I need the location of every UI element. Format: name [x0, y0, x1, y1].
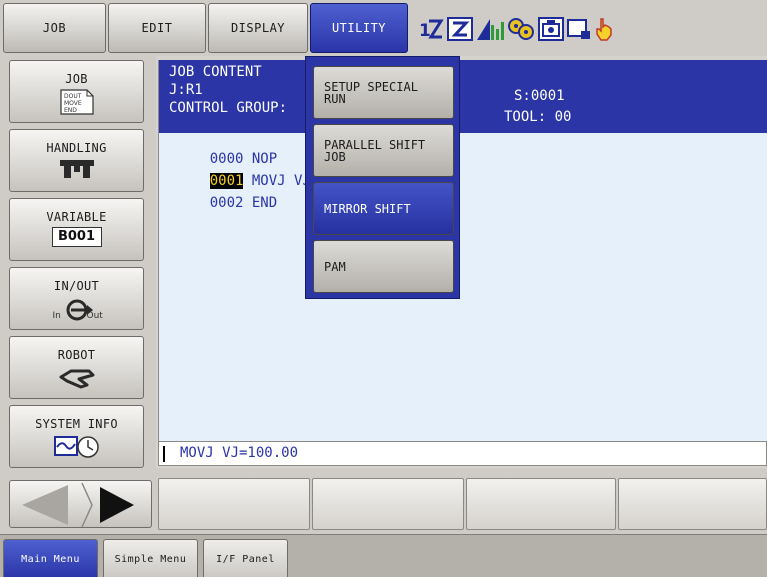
- control-group-label: CONTROL GROUP:: [169, 100, 288, 116]
- function-key-4[interactable]: [618, 478, 767, 530]
- job-line[interactable]: 0002 END: [176, 179, 277, 227]
- inout-in-text: In: [52, 311, 61, 321]
- tool-select-icon[interactable]: [447, 17, 473, 41]
- menu-job[interactable]: JOB: [3, 3, 106, 53]
- menu-utility-label: UTILITY: [331, 21, 387, 35]
- keyboard-icon[interactable]: [567, 17, 591, 41]
- line-number: 0002: [209, 195, 244, 211]
- job-name: J:R1: [169, 82, 203, 98]
- menu-item-pam[interactable]: PAM: [313, 240, 454, 293]
- menu-item-label: PARALLEL SHIFT JOB: [324, 137, 426, 164]
- page-arrow-button[interactable]: [9, 480, 152, 528]
- input-buffer-line[interactable]: MOVJ VJ=100.00: [158, 441, 767, 466]
- input-buffer-text: MOVJ VJ=100.00: [180, 445, 299, 461]
- menu-job-label: JOB: [42, 21, 67, 35]
- svg-text:DOUT: DOUT: [64, 93, 82, 100]
- tab-if-panel-label: I/F Panel: [216, 553, 275, 565]
- menu-utility[interactable]: UTILITY: [310, 3, 408, 53]
- function-key-1[interactable]: [158, 478, 310, 530]
- menu-display[interactable]: DISPLAY: [208, 3, 308, 53]
- inout-arrow-icon: In Out: [47, 296, 107, 324]
- menu-item-label: SETUP SPECIAL RUN: [324, 79, 418, 106]
- main-menu-system-info-button[interactable]: SYSTEM INFO: [9, 405, 144, 468]
- gripper-icon: [57, 158, 97, 180]
- page-arrows-icon: [22, 482, 134, 528]
- signal-chart-icon[interactable]: [476, 17, 504, 41]
- main-menu-handling-button[interactable]: HANDLING: [9, 129, 144, 192]
- menu-item-label: MIRROR SHIFT: [324, 201, 411, 216]
- tool-number: TOOL: 00: [504, 109, 572, 125]
- tab-simple-menu-label: Simple Menu: [114, 553, 187, 565]
- function-key-row: [0, 468, 767, 534]
- menu-item-label: PAM: [324, 259, 346, 274]
- robot-arm-icon: [57, 365, 97, 389]
- variable-b-icon: B001: [51, 227, 102, 247]
- status-icons: 1: [418, 16, 614, 42]
- main-menu-system-info-label: SYSTEM INFO: [35, 417, 118, 431]
- camera-icon[interactable]: [538, 17, 564, 41]
- main-menu-job-label: JOB: [65, 72, 88, 86]
- hand-icon[interactable]: [594, 17, 614, 41]
- menu-item-parallel-shift-job[interactable]: PARALLEL SHIFT JOB: [313, 124, 454, 177]
- system-info-icon: [53, 434, 100, 458]
- variable-icon-text: B001: [57, 229, 96, 244]
- tab-if-panel[interactable]: I/F Panel: [203, 539, 288, 577]
- tab-main-menu[interactable]: Main Menu: [3, 539, 98, 577]
- tab-main-menu-label: Main Menu: [21, 553, 80, 565]
- menu-edit-label: EDIT: [141, 21, 173, 35]
- gear-group-icon[interactable]: [507, 17, 535, 41]
- instruction: END: [251, 195, 278, 211]
- main-menu-inout-label: IN/OUT: [53, 279, 100, 293]
- inout-out-text: Out: [86, 311, 103, 321]
- job-content-title: JOB CONTENT: [169, 64, 262, 80]
- top-menu-bar: JOB EDIT DISPLAY UTILITY 1: [0, 0, 767, 56]
- function-key-3[interactable]: [466, 478, 616, 530]
- input-cursor-bar: [163, 446, 165, 462]
- main-menu-job-button[interactable]: JOB DOUT MOVE END: [9, 60, 144, 123]
- tab-simple-menu[interactable]: Simple Menu: [103, 539, 198, 577]
- svg-text:MOVE: MOVE: [64, 100, 82, 107]
- bottom-tab-bar: Main Menu Simple Menu I/F Panel: [0, 534, 767, 577]
- menu-item-mirror-shift[interactable]: MIRROR SHIFT: [313, 182, 454, 235]
- menu-edit[interactable]: EDIT: [108, 3, 206, 53]
- coordinate-icon[interactable]: 1: [418, 17, 444, 41]
- job-content-area[interactable]: JOB CONTENT J:R1 CONTROL GROUP: S:0001 T…: [158, 60, 767, 465]
- main-menu-inout-button[interactable]: IN/OUT In Out: [9, 267, 144, 330]
- main-menu-variable-button[interactable]: VARIABLE B001: [9, 198, 144, 261]
- main-menu-handling-label: HANDLING: [46, 141, 107, 155]
- main-menu-variable-label: VARIABLE: [46, 210, 107, 224]
- svg-text:END: END: [64, 107, 77, 114]
- step-number: S:0001: [514, 88, 565, 104]
- utility-dropdown: SETUP SPECIAL RUN PARALLEL SHIFT JOB MIR…: [305, 56, 460, 299]
- menu-display-label: DISPLAY: [230, 21, 286, 35]
- main-menu-robot-button[interactable]: ROBOT: [9, 336, 144, 399]
- job-document-icon: DOUT MOVE END: [59, 89, 95, 115]
- menu-item-setup-special-run[interactable]: SETUP SPECIAL RUN: [313, 66, 454, 119]
- function-key-2[interactable]: [312, 478, 464, 530]
- job-content-header: JOB CONTENT J:R1 CONTROL GROUP: S:0001 T…: [159, 60, 767, 133]
- main-menu-robot-label: ROBOT: [57, 348, 96, 362]
